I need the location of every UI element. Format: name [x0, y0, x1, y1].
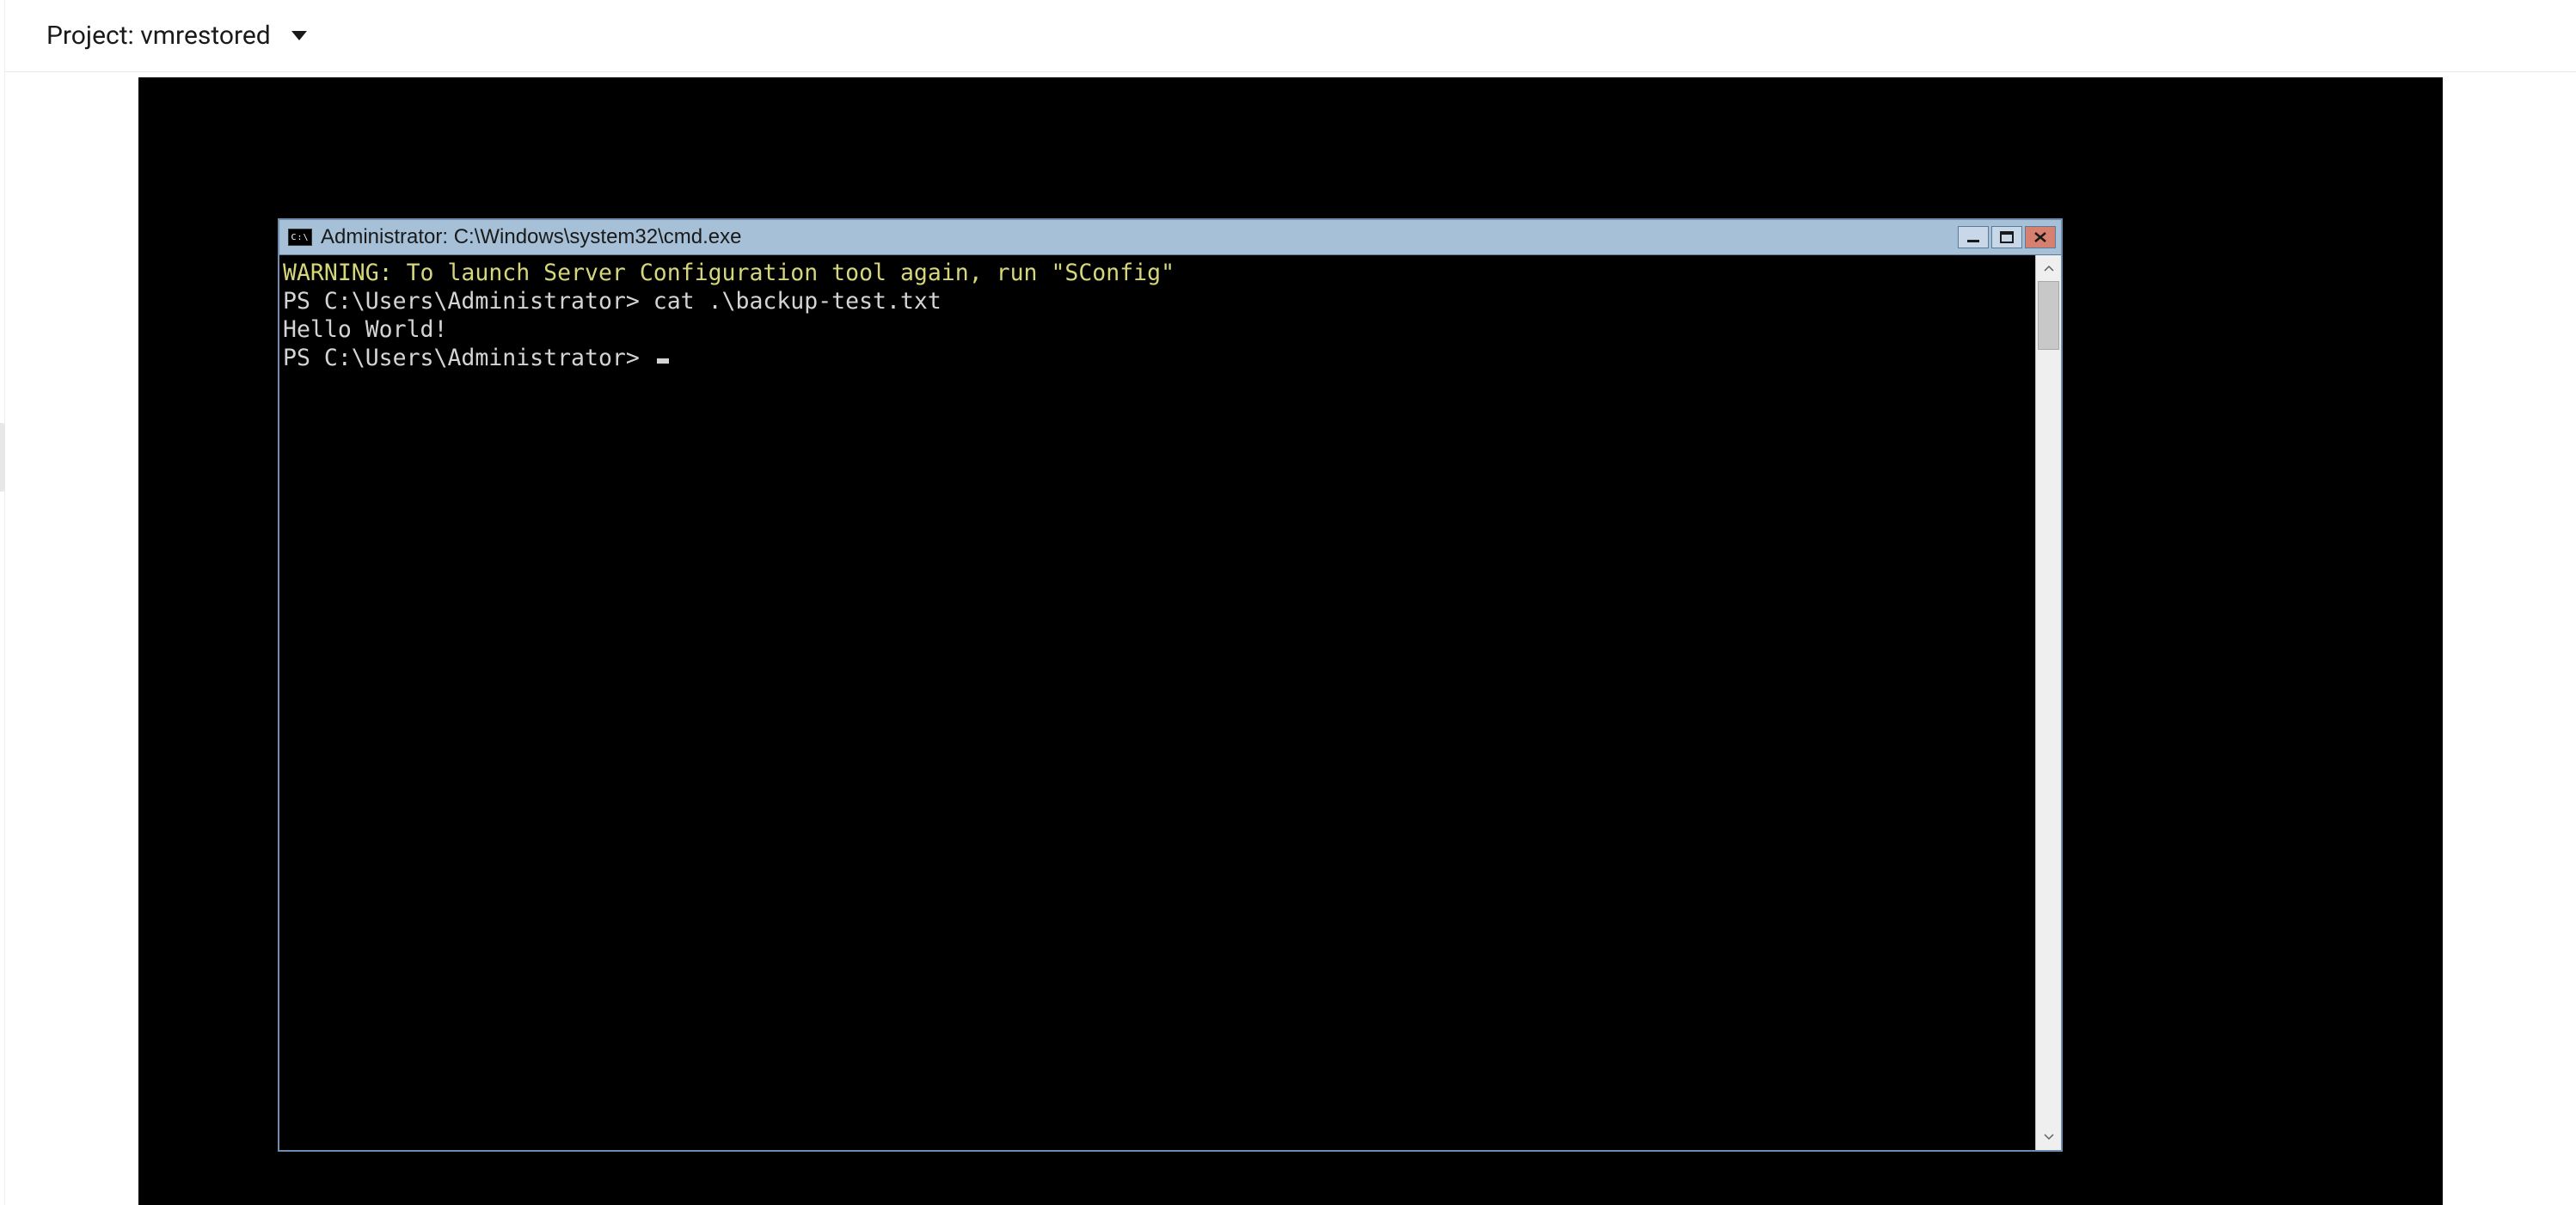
window-buttons — [1958, 226, 2056, 248]
cmd-window: C:\ Administrator: C:\Windows\system32\c… — [278, 218, 2063, 1152]
vm-screen[interactable]: C:\ Administrator: C:\Windows\system32\c… — [138, 77, 2443, 1205]
scroll-up-button[interactable] — [2036, 255, 2061, 281]
maximize-icon — [1999, 231, 2015, 243]
chevron-up-icon — [2044, 265, 2054, 272]
header-bar: Project: vmrestored — [5, 0, 2576, 72]
cmd-body[interactable]: WARNING: To launch Server Configuration … — [279, 255, 2035, 1150]
cmd-titlebar[interactable]: C:\ Administrator: C:\Windows\system32\c… — [279, 220, 2061, 254]
cmd-line-output: Hello World! — [283, 316, 447, 343]
cmd-line-prompt-1: PS C:\Users\Administrator> cat .\backup-… — [283, 288, 941, 315]
minimize-icon — [1966, 231, 1981, 243]
maximize-button[interactable] — [1991, 226, 2022, 248]
cmd-client-area: WARNING: To launch Server Configuration … — [279, 254, 2061, 1150]
caret-down-icon — [291, 31, 307, 40]
cmd-line-prompt-2: PS C:\Users\Administrator> — [283, 345, 653, 371]
cmd-line-warning: WARNING: To launch Server Configuration … — [283, 260, 1175, 286]
cmd-icon: C:\ — [288, 229, 312, 246]
vertical-scrollbar[interactable] — [2035, 255, 2061, 1150]
viewer-area: C:\ Administrator: C:\Windows\system32\c… — [5, 72, 2576, 1205]
close-icon — [2033, 231, 2048, 243]
scroll-down-button[interactable] — [2036, 1124, 2061, 1150]
project-selector[interactable]: Project: vmrestored — [46, 21, 307, 51]
cmd-title-text: Administrator: C:\Windows\system32\cmd.e… — [321, 225, 1949, 249]
close-button[interactable] — [2025, 226, 2056, 248]
scroll-thumb[interactable] — [2038, 281, 2059, 350]
scroll-track[interactable] — [2036, 281, 2061, 1124]
cmd-cursor — [657, 358, 669, 364]
chevron-down-icon — [2044, 1134, 2054, 1141]
project-label: Project: vmrestored — [46, 21, 271, 51]
minimize-button[interactable] — [1958, 226, 1989, 248]
